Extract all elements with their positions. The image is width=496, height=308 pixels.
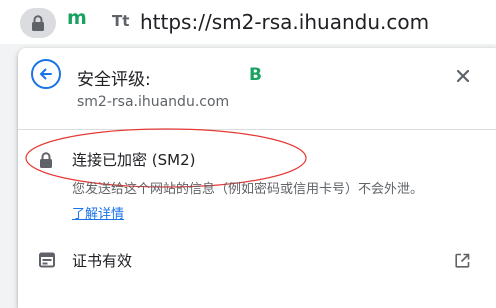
- back-button[interactable]: [31, 59, 61, 89]
- security-grade: B: [249, 65, 262, 85]
- url-text[interactable]: https://sm2-rsa.ihuandu.com: [140, 10, 429, 34]
- lock-icon: [40, 152, 52, 168]
- close-icon[interactable]: [455, 68, 471, 84]
- external-link-icon[interactable]: [455, 253, 470, 268]
- site-domain: sm2-rsa.ihuandu.com: [77, 94, 230, 110]
- address-bar: m Tt https://sm2-rsa.ihuandu.com: [0, 0, 496, 44]
- certificate-status[interactable]: 证书有效: [72, 250, 132, 271]
- connection-description: 您发送给这个网站的信息（例如密码或信用卡号）不会外泄。 了解详情: [72, 177, 432, 227]
- popup-title: 安全评级:: [77, 70, 151, 90]
- connection-status: 连接已加密 (SM2): [72, 151, 196, 169]
- text-size-icon[interactable]: Tt: [112, 12, 129, 30]
- back-arrow-icon: [40, 68, 52, 80]
- extension-icon[interactable]: m: [67, 7, 87, 29]
- learn-more-link[interactable]: 了解详情: [72, 207, 124, 222]
- lock-icon: [32, 15, 44, 31]
- site-info-button[interactable]: [20, 8, 56, 38]
- site-info-popup: 安全评级: B sm2-rsa.ihuandu.com 连接已加密 (SM2) …: [18, 48, 496, 308]
- certificate-icon: [39, 252, 55, 268]
- connection-description-text: 您发送给这个网站的信息（例如密码或信用卡号）不会外泄。: [72, 182, 424, 197]
